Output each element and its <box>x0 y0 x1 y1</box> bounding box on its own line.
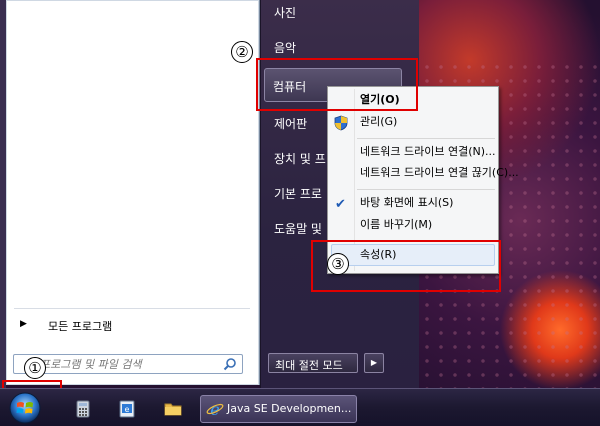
step-number-1: ① <box>24 357 46 379</box>
windows-orb-icon[interactable] <box>6 391 44 425</box>
check-icon: ✔ <box>335 197 346 212</box>
context-rename[interactable]: 이름 바꾸기(M) <box>360 215 432 235</box>
svg-text:e: e <box>210 400 219 418</box>
internet-explorer-icon: e <box>206 400 224 418</box>
taskbar-button-java-installer[interactable]: e Java SE Developmen... <box>200 395 357 423</box>
menu-item-default-programs[interactable]: 기본 프로 <box>274 185 322 202</box>
search-box[interactable] <box>13 354 243 374</box>
hibernate-label: 최대 절전 모드 <box>275 359 343 372</box>
folder-icon[interactable] <box>164 400 182 418</box>
shutdown-options-arrow-icon[interactable]: ▶ <box>364 353 384 373</box>
context-map-network-drive[interactable]: 네트워크 드라이브 연결(N)... <box>360 142 496 162</box>
search-icon[interactable] <box>223 357 237 371</box>
shield-icon <box>334 115 348 131</box>
step-number-3: ③ <box>327 253 349 275</box>
menu-item-control-panel[interactable]: 제어판 <box>274 115 307 132</box>
menu-item-music[interactable]: 음악 <box>274 39 296 56</box>
menu-item-pictures[interactable]: 사진 <box>274 4 296 21</box>
menu-item-help[interactable]: 도움말 및 <box>274 220 322 237</box>
menu-item-devices[interactable]: 장치 및 프 <box>274 150 326 167</box>
all-programs-item[interactable]: ▶ 모든 프로그램 <box>20 318 250 336</box>
context-separator <box>357 189 495 190</box>
all-programs-label: 모든 프로그램 <box>48 320 113 333</box>
triangle-right-icon: ▶ <box>20 319 27 329</box>
hibernate-button[interactable]: 최대 절전 모드 <box>268 353 358 373</box>
step-number-2: ② <box>231 41 253 63</box>
highlight-box-computer <box>256 58 418 111</box>
taskbar-button-label: Java SE Developmen... <box>227 402 352 415</box>
svg-text:e: e <box>125 405 130 414</box>
context-disconnect-network-drive[interactable]: 네트워크 드라이브 연결 끊기(C)... <box>360 163 519 183</box>
context-show-on-desktop[interactable]: 바탕 화면에 표시(S) <box>360 193 453 213</box>
search-input[interactable] <box>40 356 220 372</box>
context-manage[interactable]: 관리(G) <box>360 112 397 132</box>
program-icon[interactable]: e <box>118 400 136 418</box>
calculator-icon[interactable] <box>74 400 92 418</box>
left-pane-divider <box>14 308 250 309</box>
context-separator <box>357 138 495 139</box>
